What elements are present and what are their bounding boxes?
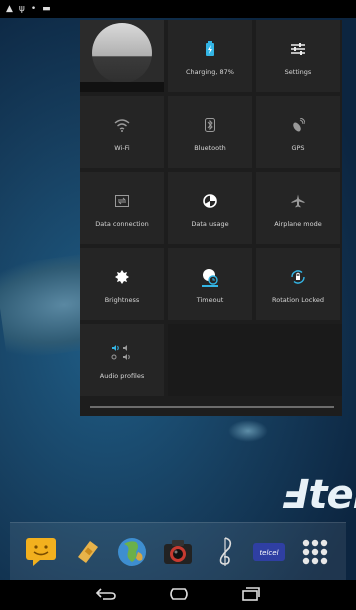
tile-label: Rotation Locked [272, 296, 324, 304]
tile-gps[interactable]: GPS [256, 96, 340, 168]
rotation-lock-icon [290, 264, 306, 290]
quick-settings-panel: Charging, 87% Settings Wi-Fi Bluetooth G… [80, 20, 342, 416]
empty-tile-area [168, 324, 342, 396]
tile-label: Airplane mode [274, 220, 322, 228]
tile-data-connection[interactable]: Data connection [80, 172, 164, 244]
wallpaper-small-whale-image [228, 420, 268, 442]
bluetooth-icon [205, 112, 215, 138]
panel-drag-handle[interactable] [90, 406, 334, 408]
home-button[interactable] [167, 586, 191, 605]
music-app-icon[interactable] [207, 535, 241, 569]
tile-rotation-locked[interactable]: Rotation Locked [256, 248, 340, 320]
wifi-icon [114, 112, 130, 138]
tile-timeout[interactable]: Timeout [168, 248, 252, 320]
settings-sliders-icon [290, 36, 306, 62]
airplane-icon [291, 188, 305, 214]
carrier-logo-text: Ⅎtel [282, 472, 356, 518]
tile-bluetooth[interactable]: Bluetooth [168, 96, 252, 168]
browser-globe-app-icon[interactable] [115, 535, 149, 569]
data-connection-icon [115, 188, 129, 214]
data-usage-icon [203, 188, 217, 214]
tile-settings[interactable]: Settings [256, 20, 340, 92]
brightness-icon [115, 264, 129, 290]
tile-label: Brightness [104, 296, 140, 304]
back-button[interactable] [95, 586, 117, 605]
recent-apps-button[interactable] [241, 586, 261, 605]
tile-label: GPS [291, 144, 305, 152]
home-dock: telcel [10, 522, 346, 580]
tile-label: Timeout [196, 296, 224, 304]
telcel-app-icon[interactable]: telcel [252, 535, 286, 569]
usb-icon: ψ [18, 4, 25, 14]
tile-audio-profiles[interactable]: Audio profiles [80, 324, 164, 396]
tile-label: Data usage [191, 220, 229, 228]
tile-charging[interactable]: Charging, 87% [168, 20, 252, 92]
tile-label: Bluetooth [194, 144, 226, 152]
tile-label: Wi-Fi [114, 144, 130, 152]
status-bar: ▲ ψ • ▬ [0, 0, 356, 18]
tile-wifi[interactable]: Wi-Fi [80, 96, 164, 168]
user-profile-tile[interactable] [80, 20, 164, 92]
sim-toolkit-app-icon[interactable] [70, 535, 104, 569]
tile-airplane-mode[interactable]: Airplane mode [256, 172, 340, 244]
navigation-bar [0, 580, 356, 610]
svg-text:telcel: telcel [260, 549, 279, 557]
tile-label: Settings [284, 68, 312, 76]
tile-label: Audio profiles [99, 372, 145, 380]
audio-profiles-icon [111, 340, 133, 366]
camera-app-icon[interactable] [161, 535, 195, 569]
tile-data-usage[interactable]: Data usage [168, 172, 252, 244]
warning-icon: ▲ [6, 4, 13, 14]
gps-icon [291, 112, 305, 138]
messaging-app-icon[interactable] [24, 535, 58, 569]
avatar [92, 23, 152, 83]
tile-label: Data connection [95, 220, 149, 228]
message-icon: ▬ [42, 4, 51, 14]
timeout-icon [200, 264, 220, 290]
dot-icon: • [30, 4, 37, 14]
tile-label: Charging, 87% [186, 68, 234, 76]
tile-brightness[interactable]: Brightness [80, 248, 164, 320]
battery-charging-icon [205, 36, 215, 62]
app-drawer-icon[interactable] [298, 535, 332, 569]
